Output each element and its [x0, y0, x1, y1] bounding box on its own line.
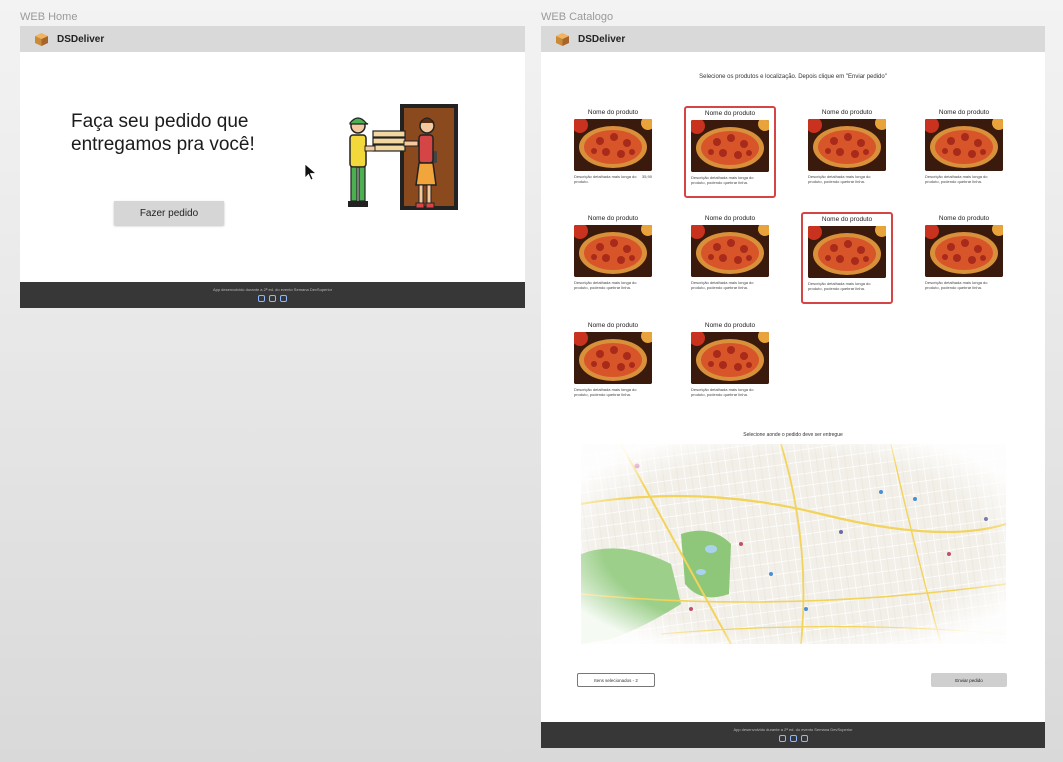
- product-card[interactable]: Nome do produto Descrição detalhada mais …: [567, 106, 659, 198]
- product-image: [925, 119, 1003, 171]
- footer: App desenvolvido durante a 2ª ed. do eve…: [20, 282, 525, 308]
- social-links: [20, 295, 525, 302]
- map-title: Selecione aonde o pedido deve ser entreg…: [743, 432, 843, 438]
- package-logo-icon[interactable]: [34, 32, 49, 47]
- footer: App desenvolvido durante a 2ª ed. do eve…: [541, 722, 1045, 748]
- product-description: Descrição detalhada mais longa do produt…: [691, 175, 769, 185]
- product-description-text: Descrição detalhada mais longa do produt…: [574, 387, 637, 397]
- product-name: Nome do produto: [587, 322, 639, 329]
- product-description-text: Descrição detalhada mais longa do produt…: [574, 174, 637, 184]
- delivery-illustration: [345, 101, 465, 218]
- linkedin-icon[interactable]: [789, 735, 797, 742]
- product-description-text: Descrição detalhada mais longa do produt…: [691, 175, 754, 185]
- product-description: Descrição detalhada mais longa do produt…: [574, 174, 652, 184]
- product-card[interactable]: Nome do produto Descrição detalhada mais …: [801, 212, 893, 304]
- delivery-location-map[interactable]: [580, 443, 1007, 645]
- product-name: Nome do produto: [938, 109, 990, 116]
- product-name: Nome do produto: [938, 215, 990, 222]
- hero-headline-line2: entregamos pra você!: [71, 134, 255, 155]
- product-card[interactable]: Nome do produto Descrição detalhada mais …: [684, 212, 776, 304]
- product-description: Descrição detalhada mais longa do produt…: [808, 174, 886, 184]
- product-description-text: Descrição detalhada mais longa do produt…: [925, 280, 988, 290]
- product-image: [691, 332, 769, 384]
- frame-label-home: WEB Home: [20, 11, 78, 23]
- youtube-icon[interactable]: [778, 735, 786, 742]
- youtube-icon[interactable]: [258, 295, 265, 302]
- catalog-page-frame: DSDeliver Selecione os produtos e locali…: [541, 26, 1045, 748]
- product-description: Descrição detalhada mais longa do produt…: [808, 281, 886, 291]
- product-description: Descrição detalhada mais longa do produt…: [925, 174, 1003, 184]
- product-image: [691, 225, 769, 277]
- product-image: [574, 225, 652, 277]
- product-description: Descrição detalhada mais longa do produt…: [691, 387, 769, 397]
- product-price: 35,90: [641, 174, 652, 179]
- product-card[interactable]: Nome do produto Descrição detalhada mais …: [801, 106, 893, 198]
- footer-text: App desenvolvido durante a 2ª ed. do eve…: [212, 287, 333, 292]
- frame-label-catalog: WEB Catalogo: [541, 11, 614, 23]
- package-logo-icon[interactable]: [555, 32, 570, 47]
- product-description: Descrição detalhada mais longa do produt…: [925, 280, 1003, 290]
- product-description-text: Descrição detalhada mais longa do produt…: [925, 174, 988, 184]
- product-image: [808, 119, 886, 171]
- product-name: Nome do produto: [587, 109, 639, 116]
- selected-items-button[interactable]: Itens selecionados - 2: [577, 673, 655, 687]
- product-description: Descrição detalhada mais longa do produt…: [574, 387, 652, 397]
- send-order-button[interactable]: Enviar pedido: [931, 673, 1007, 687]
- product-name: Nome do produto: [587, 215, 639, 222]
- hero-headline: Faça seu pedido que entregamos pra você!: [71, 110, 301, 156]
- hero-headline-line1: Faça seu pedido que: [71, 111, 249, 132]
- product-description-text: Descrição detalhada mais longa do produt…: [808, 281, 871, 291]
- footer-text: App desenvolvido durante a 2ª ed. do eve…: [733, 727, 853, 732]
- product-name: Nome do produto: [704, 322, 756, 329]
- product-description-text: Descrição detalhada mais longa do produt…: [574, 280, 637, 290]
- product-description-text: Descrição detalhada mais longa do produt…: [691, 387, 754, 397]
- product-description: Descrição detalhada mais longa do produt…: [574, 280, 652, 290]
- product-card[interactable]: Nome do produto Descrição detalhada mais …: [918, 212, 1010, 304]
- product-image: [925, 225, 1003, 277]
- instagram-icon[interactable]: [280, 295, 287, 302]
- brand-name[interactable]: DSDeliver: [578, 34, 625, 45]
- navbar: DSDeliver: [20, 26, 525, 52]
- catalog-instructions: Selecione os produtos e localização. Dep…: [699, 74, 887, 80]
- product-name: Nome do produto: [704, 110, 756, 117]
- social-links: [541, 735, 1045, 742]
- product-image: [691, 120, 769, 172]
- product-description: Descrição detalhada mais longa do produt…: [691, 280, 769, 290]
- product-image: [574, 332, 652, 384]
- navbar: DSDeliver: [541, 26, 1045, 52]
- mouse-cursor-icon: [304, 163, 318, 186]
- product-image: [808, 226, 886, 278]
- product-name: Nome do produto: [821, 109, 873, 116]
- product-card[interactable]: Nome do produto Descrição detalhada mais …: [567, 319, 659, 411]
- product-card[interactable]: Nome do produto Descrição detalhada mais …: [684, 106, 776, 198]
- product-description-text: Descrição detalhada mais longa do produt…: [808, 174, 871, 184]
- product-name: Nome do produto: [704, 215, 756, 222]
- order-now-button[interactable]: Fazer pedido: [114, 201, 224, 225]
- instagram-icon[interactable]: [800, 735, 808, 742]
- product-description-text: Descrição detalhada mais longa do produt…: [691, 280, 754, 290]
- product-name: Nome do produto: [821, 216, 873, 223]
- linkedin-icon[interactable]: [269, 295, 276, 302]
- product-card[interactable]: Nome do produto Descrição detalhada mais …: [684, 319, 776, 411]
- home-page-frame: DSDeliver Faça seu pedido que entregamos…: [20, 26, 525, 308]
- brand-name[interactable]: DSDeliver: [57, 34, 104, 45]
- product-card[interactable]: Nome do produto Descrição detalhada mais …: [918, 106, 1010, 198]
- product-card[interactable]: Nome do produto Descrição detalhada mais …: [567, 212, 659, 304]
- product-image: [574, 119, 652, 171]
